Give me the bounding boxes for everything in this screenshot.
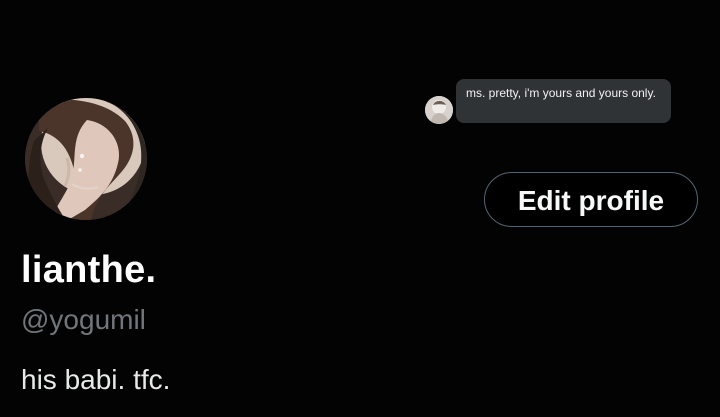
profile-bio: his babi. tfc.: [21, 364, 171, 395]
reply-message: ms. pretty, i'm yours and yours only.: [456, 79, 671, 123]
profile-handle: @yogumil: [21, 304, 146, 335]
reply-preview[interactable]: ms. pretty, i'm yours and yours only.: [423, 79, 673, 125]
profile-display-name: lianthe.: [21, 249, 157, 291]
profile-screen: ms. pretty, i'm yours and yours only. Ed…: [0, 0, 720, 417]
profile-avatar[interactable]: [25, 98, 147, 220]
profile-photo-icon: [25, 98, 147, 220]
reply-avatar-icon: [425, 96, 453, 124]
edit-profile-button[interactable]: Edit profile: [484, 172, 698, 227]
